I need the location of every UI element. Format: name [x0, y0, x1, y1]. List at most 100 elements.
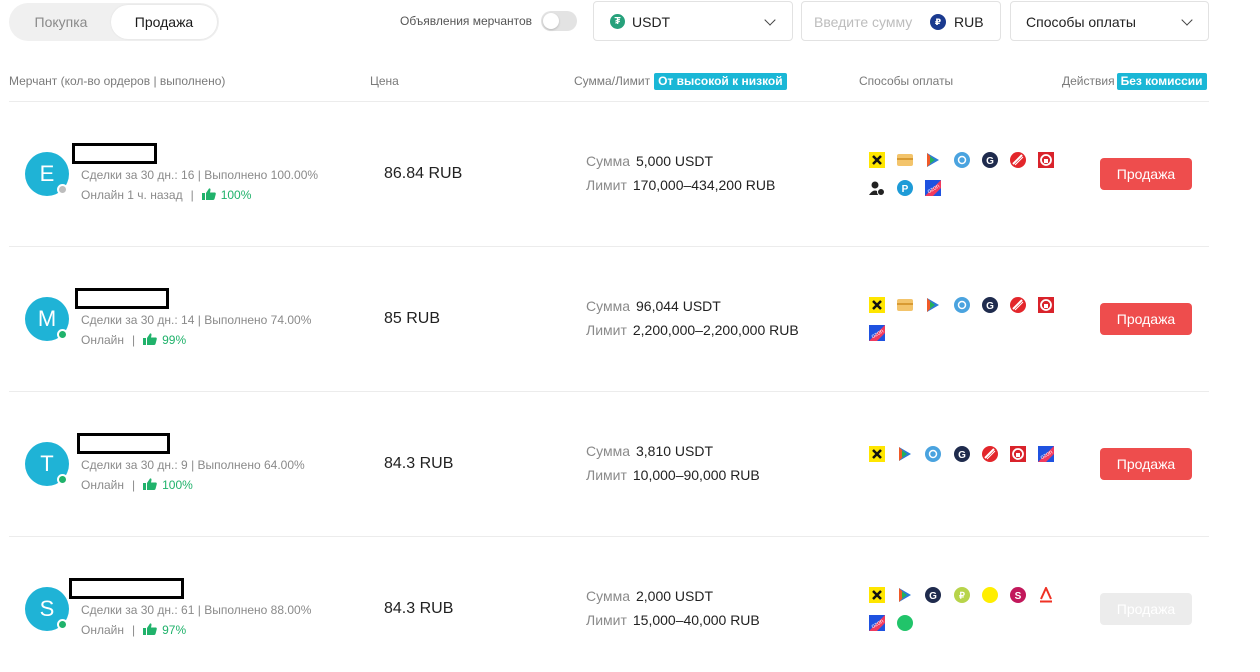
amount-label: Сумма: [586, 588, 630, 604]
sbp-person-icon: [869, 180, 885, 196]
raiffeisen-icon: [869, 297, 885, 313]
g-icon: G: [982, 152, 998, 168]
offer-row: S Сделки за 30 дн.: 61 | Выполнено 88.00%…: [0, 537, 1260, 672]
tab-buy[interactable]: Покупка: [11, 5, 111, 39]
thumbs-up-icon: [143, 478, 157, 490]
p-icon: P: [897, 180, 913, 196]
fiat-currency: RUB: [954, 14, 984, 30]
limit-value: 10,000–90,000 RUB: [632, 467, 760, 483]
yellow-circle-icon: [982, 587, 998, 603]
status-separator: |: [131, 623, 136, 637]
merchant-online-status: Онлайн | 99%: [81, 333, 186, 347]
positive-rating: 99%: [162, 333, 187, 347]
col-amount-limit-header: Сумма/Лимит От высокой к низкой: [574, 73, 787, 90]
chevron-down-icon: [1181, 14, 1193, 26]
payment-methods-select-label: Способы оплаты: [1026, 14, 1136, 30]
offer-row: E Сделки за 30 дн.: 16 | Выполнено 100.00…: [0, 102, 1260, 247]
g-icon: G: [954, 446, 970, 462]
offer-amount: Сумма 2,000 USDT: [586, 588, 713, 604]
online-status-text: Онлайн: [81, 623, 124, 637]
payment-methods-select[interactable]: Способы оплаты: [1010, 1, 1209, 41]
vtb-play-icon: [897, 587, 913, 603]
amount-input[interactable]: [814, 12, 926, 32]
raiffeisen-icon: [869, 446, 885, 462]
chevron-down-icon: [764, 14, 776, 26]
home-icon: [1038, 152, 1054, 168]
positive-rating: 97%: [162, 623, 187, 637]
offer-amount: Сумма 3,810 USDT: [586, 443, 713, 459]
merchant-ads-toggle[interactable]: [541, 11, 577, 31]
ruble-icon: ₽: [930, 14, 946, 30]
raiffeisen-icon: [869, 152, 885, 168]
online-status-text: Онлайн: [81, 333, 124, 347]
ozon-icon: ozon: [869, 325, 885, 341]
mts-icon: [1010, 152, 1026, 168]
sort-order-badge[interactable]: От высокой к низкой: [654, 73, 787, 90]
sell-button[interactable]: Продажа: [1100, 303, 1192, 335]
coin-select[interactable]: ₮ USDT: [593, 1, 793, 41]
o-icon: [954, 152, 970, 168]
vtb-play-icon: [925, 297, 941, 313]
amount-label: Сумма: [586, 298, 630, 314]
col-merchant-header: Мерчант (кол-во ордеров | выполнено): [9, 74, 226, 88]
amount-limit-label: Сумма/Лимит: [574, 74, 651, 88]
mts-icon: [1010, 297, 1026, 313]
offer-price: 86.84 RUB: [384, 165, 463, 182]
offer-price: 84.3 RUB: [384, 600, 454, 617]
green-circle-icon: [897, 615, 913, 631]
limit-value: 2,200,000–2,200,000 RUB: [632, 322, 799, 338]
offer-limit: Лимит 2,200,000–2,200,000 RUB: [586, 322, 799, 338]
sell-button[interactable]: Продажа: [1100, 593, 1192, 625]
limit-value: 170,000–434,200 RUB: [632, 177, 776, 193]
merchant-stats: Сделки за 30 дн.: 16 | Выполнено 100.00%: [81, 168, 319, 182]
actions-label: Действия: [1062, 74, 1115, 88]
g-icon: G: [925, 587, 941, 603]
online-status-dot: [57, 474, 68, 485]
s-icon: S: [1010, 587, 1026, 603]
col-payment-methods-header: Способы оплаты: [859, 74, 954, 88]
offer-price: 85 RUB: [384, 310, 441, 327]
toggle-knob: [543, 13, 559, 29]
amount-value: 2,000 USDT: [636, 588, 714, 604]
online-status-text: Онлайн: [81, 478, 124, 492]
merchant-ads-label: Объявления мерчантов: [400, 14, 533, 28]
vtb-play-icon: [925, 152, 941, 168]
o-icon: [925, 446, 941, 462]
status-separator: |: [190, 188, 194, 202]
offer-limit: Лимит 10,000–90,000 RUB: [586, 467, 760, 483]
tab-sell[interactable]: Продажа: [111, 5, 217, 39]
mts-icon: [982, 446, 998, 462]
ozon-icon: ozon: [869, 615, 885, 631]
vtb-play-icon: [897, 446, 913, 462]
amount-value: 96,044 USDT: [636, 298, 721, 314]
sell-button[interactable]: Продажа: [1100, 158, 1192, 190]
online-status-dot: [57, 329, 68, 340]
amount-label: Сумма: [586, 443, 630, 459]
limit-label: Лимит: [586, 177, 627, 193]
g-icon: G: [982, 297, 998, 313]
ozon-icon: ozon: [1038, 446, 1054, 462]
svg-text:₽: ₽: [959, 591, 965, 601]
svg-text:S: S: [1015, 591, 1022, 602]
sell-button[interactable]: Продажа: [1100, 448, 1192, 480]
coin-select-value: USDT: [632, 14, 671, 30]
svg-text:G: G: [929, 591, 937, 602]
merchant-online-status: Онлайн 1 ч. назад | 100%: [81, 188, 251, 202]
positive-rating: 100%: [162, 478, 193, 492]
no-fee-badge: Без комиссии: [1116, 73, 1207, 90]
limit-label: Лимит: [586, 467, 627, 483]
merchant-online-status: Онлайн | 97%: [81, 623, 186, 637]
limit-value: 15,000–40,000 RUB: [632, 612, 760, 628]
card-icon: [897, 152, 913, 168]
offer-row: T Сделки за 30 дн.: 9 | Выполнено 64.00% О…: [0, 392, 1260, 537]
ozon-icon: ozon: [925, 180, 941, 196]
svg-text:G: G: [986, 156, 994, 167]
offer-amount: Сумма 5,000 USDT: [586, 153, 713, 169]
amount-field[interactable]: ₽ RUB: [801, 1, 1001, 41]
merchant-name-redacted[interactable]: [75, 288, 169, 309]
offer-limit: Лимит 15,000–40,000 RUB: [586, 612, 760, 628]
merchant-name-redacted[interactable]: [69, 578, 184, 599]
tether-icon: ₮: [610, 14, 625, 29]
merchant-name-redacted[interactable]: [72, 143, 157, 164]
merchant-name-redacted[interactable]: [77, 433, 170, 454]
